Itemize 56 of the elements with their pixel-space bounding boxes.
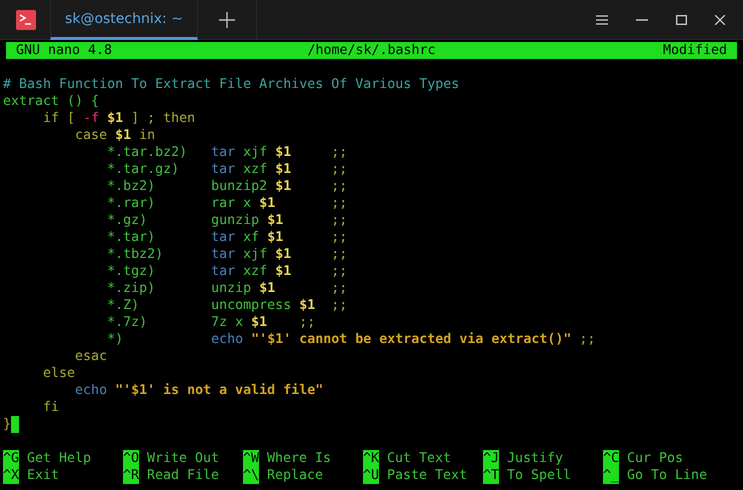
code-line: *.zip) unzip $1 ;; [106, 280, 348, 297]
code-line: *.tgz) tar xzf $1 ;; [106, 263, 348, 280]
shortcut-label: Replace [267, 467, 324, 484]
close-icon[interactable] [715, 14, 725, 24]
code-line: *.Z) uncompress $1 ;; [106, 297, 348, 314]
shortcut-key: ^O [123, 450, 140, 467]
shortcut-label: Paste Text [387, 467, 468, 484]
code-line: echo "'$1' is not a valid file" [74, 382, 324, 399]
code-line: esac [74, 348, 108, 365]
maximize-icon[interactable] [676, 14, 687, 24]
shortcut-label: Get Help [27, 450, 92, 467]
shortcut-key: ^X [3, 467, 20, 484]
shortcut-label: Cur Pos [627, 450, 684, 467]
code-line: *) echo "'$1' cannot be extracted via extract()" ;; [106, 331, 596, 348]
code-line: *.tar.gz) tar xzf $1 ;; [106, 161, 348, 178]
plus-icon[interactable] [219, 12, 235, 28]
file-path: /home/sk/.bashrc [307, 42, 436, 59]
terminal-icon[interactable] [16, 10, 36, 30]
menu-icon[interactable] [596, 14, 608, 24]
shortcut-label: Exit [27, 467, 60, 484]
terminal-tab[interactable]: sk@ostechnix: ~ [50, 0, 198, 40]
shortcut-label: Go To Line [627, 467, 708, 484]
code-line: # Bash Function To Extract File Archives Of Various Types [3, 76, 460, 93]
code-line: *.tar.bz2) tar xjf $1 ;; [106, 144, 348, 161]
shortcut-key: ^G [3, 450, 20, 467]
shortcut-key: ^K [363, 450, 380, 467]
shortcut-label: Justify [507, 450, 564, 467]
code-line: case $1 in [74, 127, 156, 144]
shortcut-label: Read File [147, 467, 220, 484]
text-cursor [11, 416, 20, 433]
code-line: else [42, 365, 76, 382]
shortcut-label: Write Out [147, 450, 220, 467]
shortcut-label: Cut Text [387, 450, 452, 467]
code-line: fi [42, 399, 60, 416]
shortcut-key: ^C [603, 450, 620, 467]
code-line: extract () { [3, 93, 100, 110]
shortcut-label: To Spell [507, 467, 572, 484]
shortcut-key: ^_ [603, 467, 620, 484]
code-line: *.tar) tar xf $1 ;; [106, 229, 348, 246]
minimize-icon[interactable] [636, 18, 648, 20]
shortcut-label: Where Is [267, 450, 332, 467]
code-line: *.7z) 7z x $1 ;; [106, 314, 316, 331]
shortcut-key: ^\ [243, 467, 260, 484]
code-line: *.rar) rar x $1 ;; [106, 195, 348, 212]
shortcut-key: ^W [243, 450, 260, 467]
modified-status: Modified [662, 42, 727, 59]
shortcut-key: ^R [123, 467, 140, 484]
editor-version: GNU nano 4.8 [16, 42, 114, 59]
shortcut-key: ^U [363, 467, 380, 484]
code-line: *.bz2) bunzip2 $1 ;; [106, 178, 348, 195]
code-line: if [ -f $1 ] ; then [42, 110, 196, 127]
code-line: } [3, 416, 12, 433]
code-line: *.tbz2) tar xjf $1 ;; [106, 246, 348, 263]
shortcut-key: ^J [483, 450, 500, 467]
code-line: *.gz) gunzip $1 ;; [106, 212, 348, 229]
shortcut-key: ^T [483, 467, 500, 484]
